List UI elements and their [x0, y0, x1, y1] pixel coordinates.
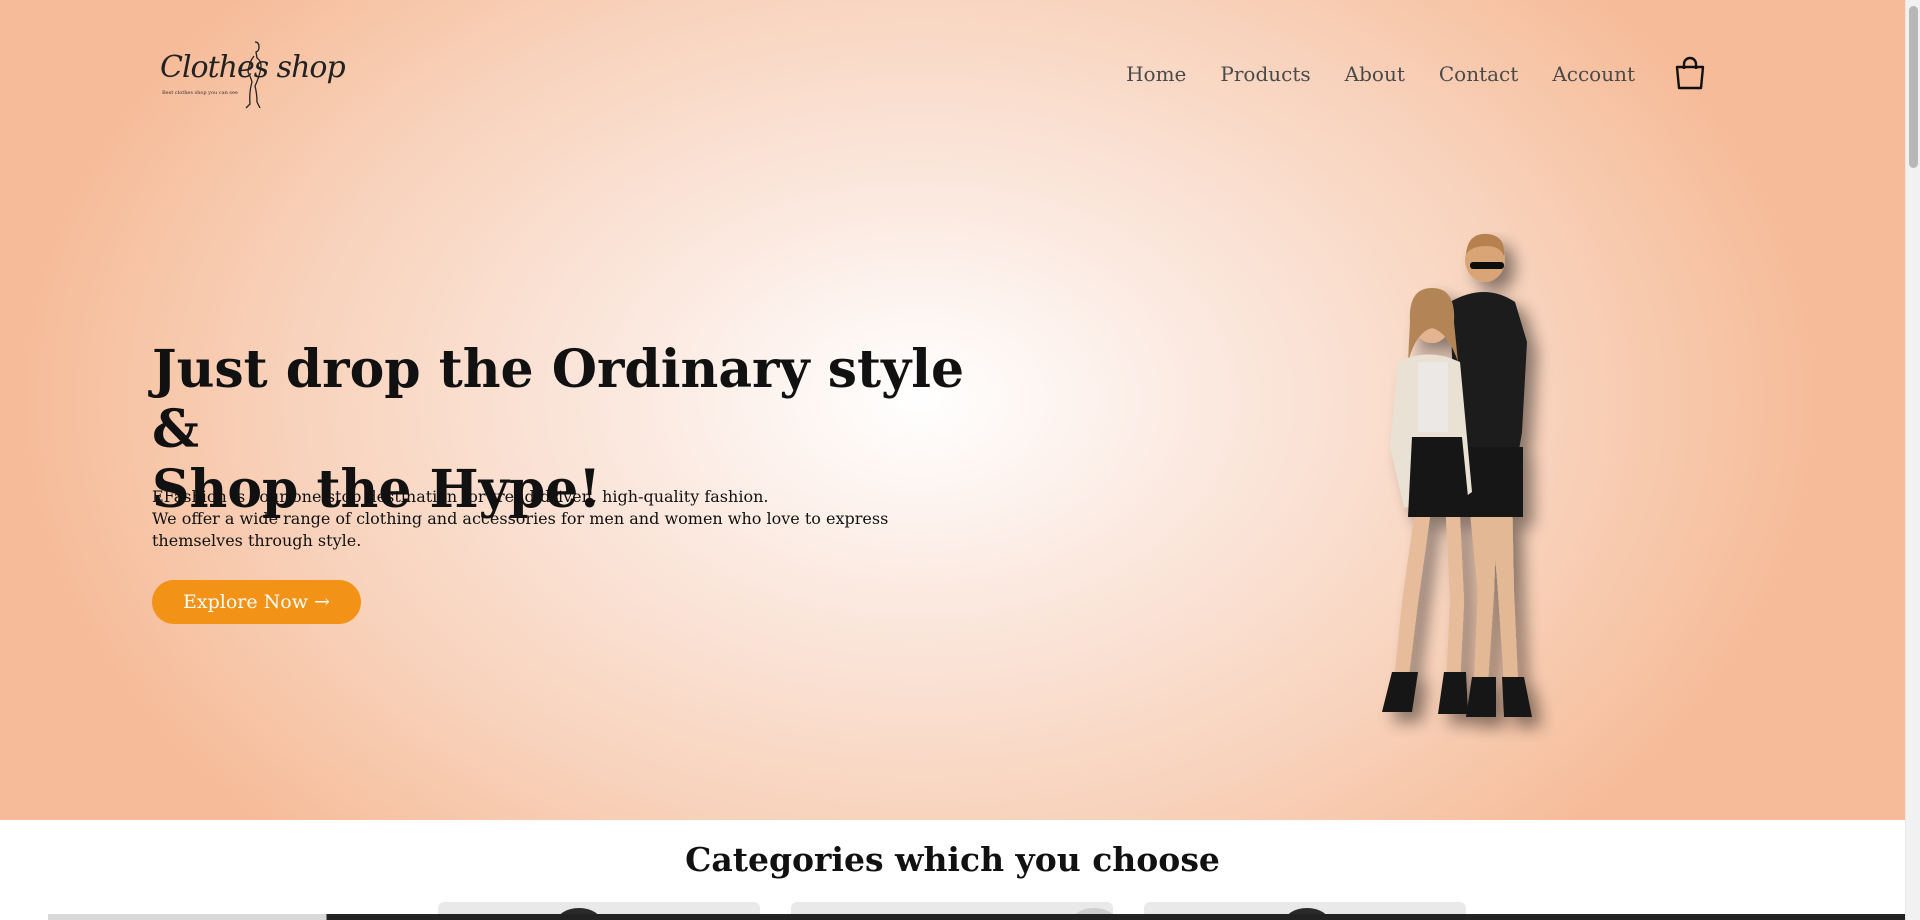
cart-button[interactable]: [1672, 55, 1708, 91]
nav-home[interactable]: Home: [1126, 62, 1186, 86]
shopping-bag-icon: [1675, 56, 1705, 90]
main-nav: Home Products About Contact Account: [1126, 62, 1635, 86]
nav-products[interactable]: Products: [1220, 62, 1310, 86]
couple-models-photo: [1382, 233, 1532, 717]
hero-description-line1: EFashion is your one-stop destination fo…: [152, 487, 769, 506]
logo[interactable]: Clothes shop Best clothes shop you can s…: [156, 38, 346, 114]
categories-title: Categories which you choose: [685, 840, 1220, 879]
hero-headline-line1: Just drop the Ordinary style &: [152, 339, 965, 460]
bottom-image-strip: [48, 914, 1905, 920]
page: Clothes shop Best clothes shop you can s…: [0, 0, 1920, 920]
nav-contact[interactable]: Contact: [1439, 62, 1518, 86]
hero-description: EFashion is your one-stop destination fo…: [152, 486, 952, 552]
page-scrollbar[interactable]: [1905, 0, 1920, 920]
nav-about[interactable]: About: [1345, 62, 1405, 86]
hero-description-line2: We offer a wide range of clothing and ac…: [152, 509, 889, 550]
logo-figure-icon: [245, 41, 262, 109]
explore-now-button[interactable]: Explore Now →: [152, 580, 361, 624]
scrollbar-thumb[interactable]: [1909, 6, 1918, 168]
nav-account[interactable]: Account: [1552, 62, 1635, 86]
logo-tagline: Best clothes shop you can see: [162, 90, 238, 96]
